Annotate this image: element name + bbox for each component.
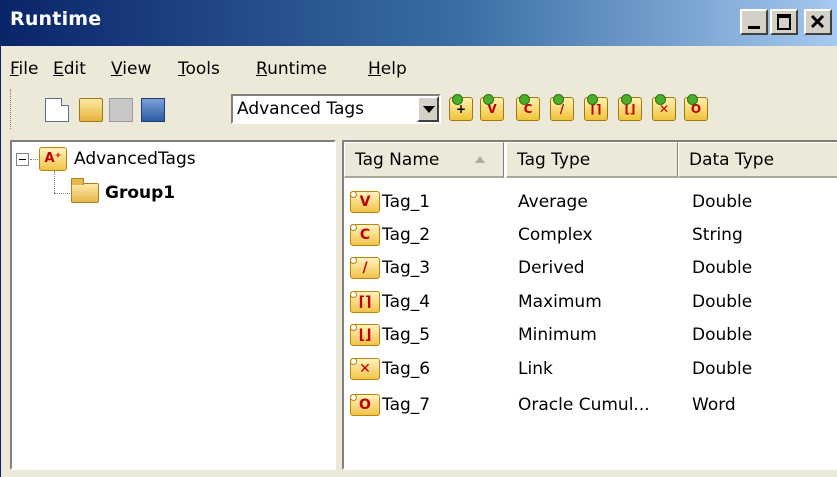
table-row[interactable]: ⌊⌋ Tag_5 Minimum Double xyxy=(344,320,837,353)
advanced-tags-icon: A⁺ xyxy=(39,147,67,171)
derived-tag-icon: / xyxy=(350,257,380,279)
save-icon[interactable] xyxy=(109,98,133,122)
tag-list-pane[interactable]: Tag Name Tag Type Data Type V Tag_1 Aver… xyxy=(342,140,837,470)
menu-view[interactable]: View xyxy=(111,59,151,79)
table-row[interactable]: / Tag_3 Derived Double xyxy=(344,253,837,286)
complex-tag-icon: C xyxy=(350,224,380,246)
maximize-button[interactable] xyxy=(770,9,798,35)
new-document-icon[interactable] xyxy=(45,98,69,122)
chevron-down-icon[interactable] xyxy=(417,96,439,122)
window-title: Runtime xyxy=(10,8,102,30)
menu-bar: File Edit View Tools Runtime Help xyxy=(1,54,837,86)
open-folder-icon[interactable] xyxy=(79,98,103,122)
table-row[interactable]: ✕ Tag_6 Link Double xyxy=(344,354,837,387)
menu-runtime[interactable]: Runtime xyxy=(256,59,327,79)
toolbar: Advanced Tags + V C / ⌈⌉ ⌊⌋ ✕ O xyxy=(1,86,837,134)
list-header: Tag Name Tag Type Data Type xyxy=(344,142,837,178)
tree-connector xyxy=(54,193,72,194)
oracle-tag-button-icon[interactable]: O xyxy=(684,94,708,121)
maximum-tag-icon: ⌈⌉ xyxy=(350,291,380,313)
tag-category-value: Advanced Tags xyxy=(237,99,365,119)
menu-tools[interactable]: Tools xyxy=(178,59,220,79)
menu-edit[interactable]: Edit xyxy=(53,59,86,79)
close-button[interactable] xyxy=(804,9,832,35)
tree-connector xyxy=(30,159,38,160)
minimum-tag-button-icon[interactable]: ⌊⌋ xyxy=(618,94,642,121)
tree-root-label[interactable]: AdvancedTags xyxy=(74,149,196,169)
tag-category-select[interactable]: Advanced Tags xyxy=(231,94,441,124)
table-row[interactable]: V Tag_1 Average Double xyxy=(344,187,837,220)
table-row[interactable]: O Tag_7 Oracle Cumul... Word xyxy=(344,390,837,423)
link-tag-icon: ✕ xyxy=(350,358,380,380)
table-row[interactable]: ⌈⌉ Tag_4 Maximum Double xyxy=(344,287,837,320)
oracle-tag-icon: O xyxy=(350,394,380,416)
minimum-tag-icon: ⌊⌋ xyxy=(350,324,380,346)
add-tag-icon[interactable]: + xyxy=(449,94,473,121)
close-icon xyxy=(810,14,825,29)
folder-icon xyxy=(71,178,99,203)
tree-item-group1[interactable]: Group1 xyxy=(105,183,175,203)
derived-tag-button-icon[interactable]: / xyxy=(550,94,574,121)
average-tag-button-icon[interactable]: V xyxy=(480,94,504,121)
minimize-button[interactable] xyxy=(740,9,768,35)
column-header-tag-name[interactable]: Tag Name xyxy=(344,142,504,178)
toolbar-grip[interactable] xyxy=(10,89,14,129)
title-bar[interactable]: Runtime xyxy=(1,0,837,46)
runtime-window: Runtime File Edit View Tools Runtime Hel… xyxy=(0,0,837,477)
column-header-data-type[interactable]: Data Type xyxy=(678,142,837,178)
column-header-tag-type[interactable]: Tag Type xyxy=(506,142,678,178)
table-row[interactable]: C Tag_2 Complex String xyxy=(344,220,837,253)
menu-file-rest: ile xyxy=(18,59,39,79)
collapse-icon[interactable] xyxy=(16,153,29,166)
average-tag-icon: V xyxy=(350,191,380,213)
tag-tree-pane[interactable]: A⁺ AdvancedTags Group1 xyxy=(10,140,336,470)
save-as-icon[interactable] xyxy=(141,98,165,122)
maximum-tag-button-icon[interactable]: ⌈⌉ xyxy=(584,94,608,121)
maximize-icon xyxy=(777,14,791,30)
tree-connector xyxy=(54,171,55,193)
sort-ascending-icon xyxy=(475,156,485,163)
link-tag-button-icon[interactable]: ✕ xyxy=(652,94,676,121)
minimize-icon xyxy=(748,26,760,29)
menu-file[interactable]: File xyxy=(10,59,38,79)
complex-tag-button-icon[interactable]: C xyxy=(516,94,540,121)
menu-help[interactable]: Help xyxy=(368,59,407,79)
